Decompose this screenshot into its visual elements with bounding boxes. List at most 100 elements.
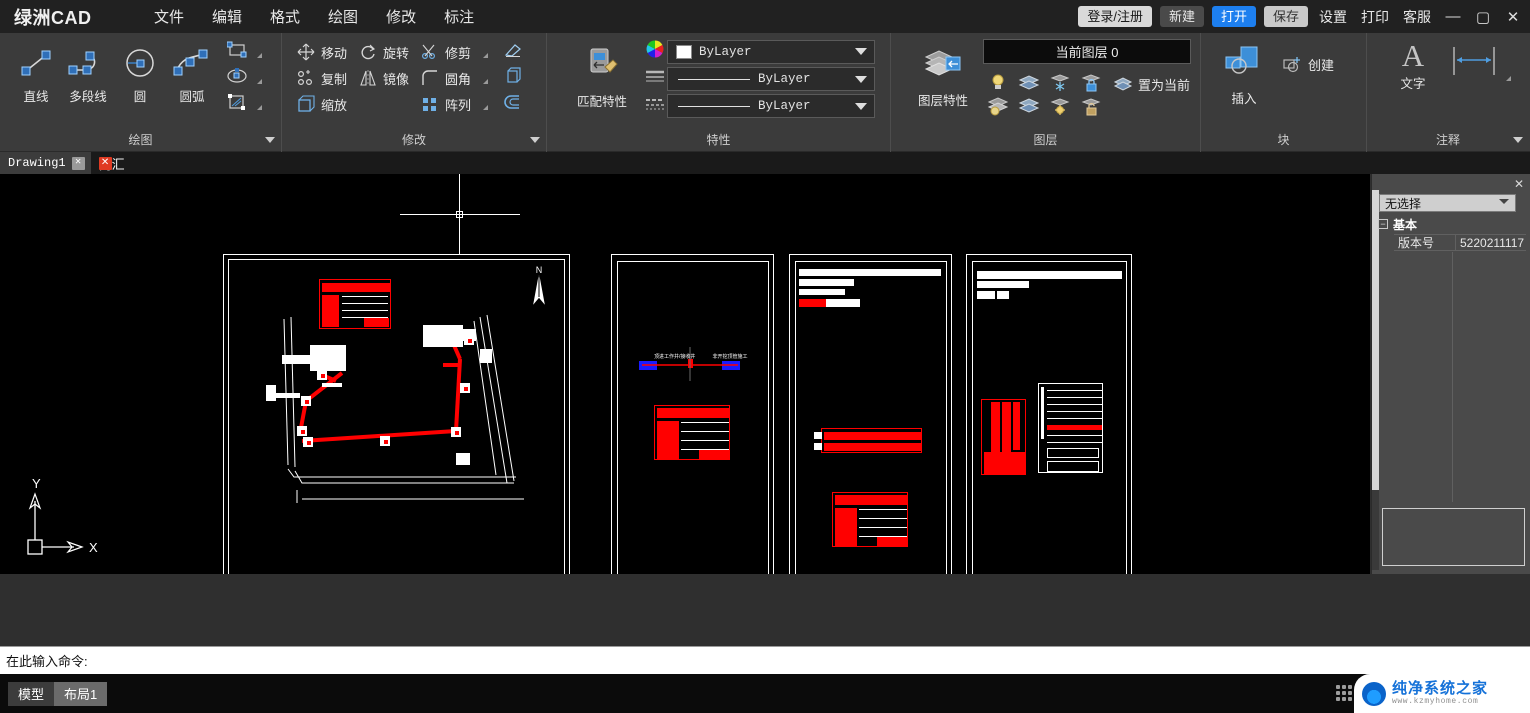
properties-scrollbar-thumb[interactable] xyxy=(1372,190,1379,490)
annotation-panel-expander-icon[interactable] xyxy=(1513,137,1523,143)
layer-thaw-icon[interactable] xyxy=(1014,69,1044,95)
properties-group-basic[interactable]: − 基本 xyxy=(1378,216,1526,232)
current-layer-display[interactable]: 当前图层 0 xyxy=(983,39,1191,64)
construction-title-legend xyxy=(832,492,908,547)
menu-item-draw[interactable]: 绘图 xyxy=(326,4,360,29)
draw-panel-expander-icon[interactable] xyxy=(265,137,275,143)
new-file-button[interactable]: 新建 xyxy=(1159,6,1204,27)
create-block-button[interactable]: 创建 xyxy=(1279,51,1337,77)
settings-link[interactable]: 设置 xyxy=(1316,7,1350,27)
properties-panel: ✕ 无选择 − 基本 版本号 5220211117 xyxy=(1371,174,1530,574)
create-block-label: 创建 xyxy=(1308,57,1335,73)
draw-circle-button[interactable]: 圆 xyxy=(114,39,166,105)
modify-fillet-button[interactable]: 圆角 xyxy=(416,65,478,91)
layer-unfreeze-icon[interactable] xyxy=(1045,93,1075,119)
modify-mirror-button[interactable]: 镜像 xyxy=(354,65,416,91)
menu-item-format[interactable]: 格式 xyxy=(268,4,302,29)
text-A-icon[interactable]: A xyxy=(1402,39,1424,73)
menu-item-dimension[interactable]: 标注 xyxy=(442,4,476,29)
insert-block-icon[interactable] xyxy=(1223,45,1265,86)
draw-arc-button[interactable]: 圆弧 xyxy=(166,39,218,105)
layer-lock-icon[interactable] xyxy=(1076,69,1106,95)
properties-description-box xyxy=(1382,508,1525,566)
layer-properties-icon[interactable] xyxy=(922,43,964,88)
open-file-button[interactable]: 打开 xyxy=(1211,6,1256,27)
modify-erase-button[interactable] xyxy=(498,39,528,65)
linetype-combo[interactable]: ByLayer xyxy=(667,67,875,91)
drawing-canvas[interactable]: N 顶进工作井/接收井 非开挖顶管施工 Y X xyxy=(0,174,1370,682)
line-icon xyxy=(16,41,56,85)
chevron-down-icon[interactable] xyxy=(855,102,867,110)
draw-polyline-button[interactable]: 多段线 xyxy=(62,39,114,105)
ellipse-icon xyxy=(227,67,247,90)
hatch-dropdown-arrow[interactable] xyxy=(257,105,262,110)
rectangle-icon xyxy=(226,41,247,64)
modify-scale-label: 缩放 xyxy=(321,97,348,113)
draw-ellipse-button[interactable] xyxy=(222,65,252,91)
document-tab-nanhui[interactable]: 南汇 ✕ xyxy=(90,152,131,174)
login-register-button[interactable]: 登录/注册 xyxy=(1078,6,1152,27)
modify-array-button[interactable]: 阵列 xyxy=(416,91,478,117)
match-properties-icon[interactable] xyxy=(582,43,622,88)
layout1-label: 布局1 xyxy=(64,687,98,702)
menu-item-file[interactable]: 文件 xyxy=(152,4,186,29)
maximize-button[interactable]: ▢ xyxy=(1472,8,1494,26)
modify-trim-button[interactable]: 修剪 xyxy=(416,39,478,65)
chevron-down-icon[interactable] xyxy=(855,48,867,55)
layout1-tab[interactable]: 布局1 xyxy=(54,681,108,706)
model-space-label: 模型 xyxy=(18,687,45,702)
modify-rotate-button[interactable]: 旋转 xyxy=(354,39,416,65)
color-wheel-icon[interactable] xyxy=(645,39,667,64)
layer-unlock-icon[interactable] xyxy=(1076,93,1106,119)
save-file-button[interactable]: 保存 xyxy=(1263,6,1308,27)
modify-explode-button[interactable] xyxy=(498,65,528,91)
ribbon-panel-annotation: A 文字 注释 xyxy=(1366,33,1529,152)
minimize-button[interactable]: — xyxy=(1442,8,1464,25)
close-icon[interactable]: ✕ xyxy=(71,156,85,170)
menu-item-modify[interactable]: 修改 xyxy=(384,4,418,29)
layer-freeze-icon[interactable] xyxy=(1045,69,1075,95)
layer-on-icon[interactable] xyxy=(983,69,1013,95)
object-color-combo[interactable]: ByLayer xyxy=(667,39,875,64)
document-tab-drawing1[interactable]: Drawing1 ✕ xyxy=(0,152,91,174)
grid-dots-icon[interactable] xyxy=(1336,685,1352,701)
modify-copy-button[interactable]: 复制 xyxy=(292,65,354,91)
print-link[interactable]: 打印 xyxy=(1358,7,1392,27)
lineweight-combo[interactable]: ByLayer xyxy=(667,94,875,118)
command-line-bar[interactable]: 在此输入命令: xyxy=(0,646,1530,674)
array-dropdown-arrow[interactable] xyxy=(483,105,488,110)
selection-value: 无选择 xyxy=(1385,196,1422,211)
support-link[interactable]: 客服 xyxy=(1400,7,1434,27)
layer-off-icon[interactable] xyxy=(983,93,1013,119)
draw-line-button[interactable]: 直线 xyxy=(10,39,62,105)
modify-panel-expander-icon[interactable] xyxy=(530,137,540,143)
property-row-version[interactable]: 版本号 5220211117 xyxy=(1394,234,1526,251)
model-space-tab[interactable]: 模型 xyxy=(8,681,55,706)
ribbon-panel-annotation-title: 注释 xyxy=(1367,130,1529,152)
fillet-dropdown-arrow[interactable] xyxy=(483,79,488,84)
modify-join-button[interactable] xyxy=(498,91,528,117)
draw-hatch-button[interactable] xyxy=(222,91,252,117)
selection-dropdown[interactable]: 无选择 xyxy=(1379,194,1516,212)
modify-move-button[interactable]: 移动 xyxy=(292,39,354,65)
layer-isolate-icon[interactable] xyxy=(1014,93,1044,119)
ellipse-dropdown-arrow[interactable] xyxy=(257,79,262,84)
chevron-down-icon[interactable] xyxy=(1499,199,1509,204)
modify-rotate-label: 旋转 xyxy=(383,45,410,61)
close-icon[interactable]: ✕ xyxy=(98,156,112,170)
linear-dimension-icon[interactable] xyxy=(1449,43,1501,88)
dimension-dropdown-arrow[interactable] xyxy=(1506,76,1511,81)
set-current-layer-button[interactable]: 置为当前 xyxy=(1109,71,1193,97)
modify-scale-button[interactable]: 缩放 xyxy=(292,91,354,117)
menu-item-edit[interactable]: 编辑 xyxy=(210,4,244,29)
trim-dropdown-arrow[interactable] xyxy=(483,53,488,58)
watermark-logo-icon xyxy=(1362,681,1386,706)
properties-scrollbar[interactable] xyxy=(1372,190,1379,570)
collapse-icon[interactable]: − xyxy=(1378,219,1388,229)
draw-rectangle-button[interactable] xyxy=(222,39,252,65)
rotate-icon xyxy=(357,43,379,61)
close-window-button[interactable]: ✕ xyxy=(1502,8,1524,26)
close-icon[interactable]: ✕ xyxy=(1514,177,1524,191)
rectangle-dropdown-arrow[interactable] xyxy=(257,53,262,58)
chevron-down-icon[interactable] xyxy=(855,75,867,83)
